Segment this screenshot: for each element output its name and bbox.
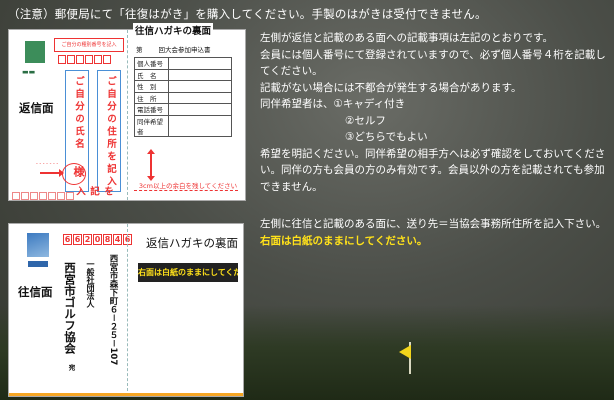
own-address-instruction: ご自分の住所を記入 bbox=[105, 76, 116, 189]
leave-blank-banner: 右面は白紙のままにしてください。 bbox=[138, 263, 238, 282]
form-row: 性 別 bbox=[134, 80, 232, 93]
kinyu-label: を記入 bbox=[74, 186, 113, 199]
instruction-paragraph-2: 左側に往信と記載のある面に、送り先＝当協会事務所住所を記入下さい。 右面は白紙の… bbox=[260, 218, 607, 247]
card-bottom-strip bbox=[9, 393, 243, 396]
destination-address: 西宮市森下町６－２５－107 bbox=[108, 254, 118, 366]
destination-org-name: 西宮市ゴルフ協会 bbox=[63, 262, 77, 354]
tiny-red-note: - - - - - - - bbox=[36, 161, 59, 167]
own-name-instruction: ご自分の氏名 bbox=[73, 76, 84, 151]
postage-stamp-icon bbox=[27, 233, 49, 257]
form-row: 個人番号 bbox=[134, 57, 232, 70]
outgoing-back-title: 往信ハガキの裏面 bbox=[133, 23, 214, 37]
form-row: 氏 名 bbox=[134, 68, 232, 81]
sama-label: 様 bbox=[72, 166, 85, 180]
form-row: 電話番号 bbox=[134, 103, 232, 116]
stamp-label: ▬▬ bbox=[22, 68, 36, 76]
dashed-divider bbox=[134, 190, 238, 191]
postal-code: 6620846 bbox=[63, 234, 132, 245]
arrow-right-icon bbox=[40, 169, 64, 177]
margin-note: 3cm以上の余白を残してください bbox=[138, 182, 238, 190]
reply-side-label: 返信面 bbox=[19, 101, 54, 115]
destination-suffix: 宛 bbox=[67, 364, 75, 371]
entry-form-table: 個人番号 氏 名 性 別 住 所 電話番号 同伴希望者 bbox=[134, 57, 232, 137]
outgoing-card-illustration: 往信面 6620846 西宮市森下町６－２５－107 一般社団法人 西宮市ゴルフ… bbox=[8, 223, 244, 397]
outgoing-side-label: 往信面 bbox=[18, 285, 53, 299]
form-row: 同伴希望者 bbox=[134, 114, 232, 137]
form-row: 住 所 bbox=[134, 91, 232, 104]
entry-form-heading: 第回大会参加申込書 bbox=[136, 46, 211, 54]
postage-stamp-icon bbox=[25, 41, 45, 63]
reply-back-side: 返信ハガキの裏面 右面は白紙のままにしてください。 bbox=[127, 224, 243, 396]
vertical-arrow-icon bbox=[147, 149, 155, 181]
reply-side: ▬▬ 返信面 ご自分の種別番号を記入 ご自分の住所を記入 ご自分の氏名 様 を記… bbox=[9, 30, 127, 200]
notice-text: （注意）郵便局にて「往復はがき」を購入してください。手製のはがきは受付できません… bbox=[8, 7, 487, 21]
outgoing-back-side: 第回大会参加申込書 個人番号 氏 名 性 別 住 所 電話番号 同伴希望者 3c… bbox=[127, 30, 245, 200]
instruction-paragraph-1: 左側が返信と記載のある面への記載事項は左記のとおりです。 会員には個人番号にて登… bbox=[260, 32, 606, 193]
return-postal-cells bbox=[12, 192, 75, 200]
stamp-label bbox=[28, 261, 48, 267]
reply-back-title: 返信ハガキの裏面 bbox=[146, 236, 238, 250]
reg-number-header: ご自分の種別番号を記入 bbox=[54, 38, 124, 52]
destination-org-type: 一般社団法人 bbox=[86, 260, 95, 308]
outgoing-side: 往信面 6620846 西宮市森下町６－２５－107 一般社団法人 西宮市ゴルフ… bbox=[9, 224, 132, 396]
reg-number-cells bbox=[58, 55, 112, 64]
reply-card-illustration: ▬▬ 返信面 ご自分の種別番号を記入 ご自分の住所を記入 ご自分の氏名 様 を記… bbox=[8, 29, 246, 201]
golf-flag-icon bbox=[399, 345, 411, 359]
